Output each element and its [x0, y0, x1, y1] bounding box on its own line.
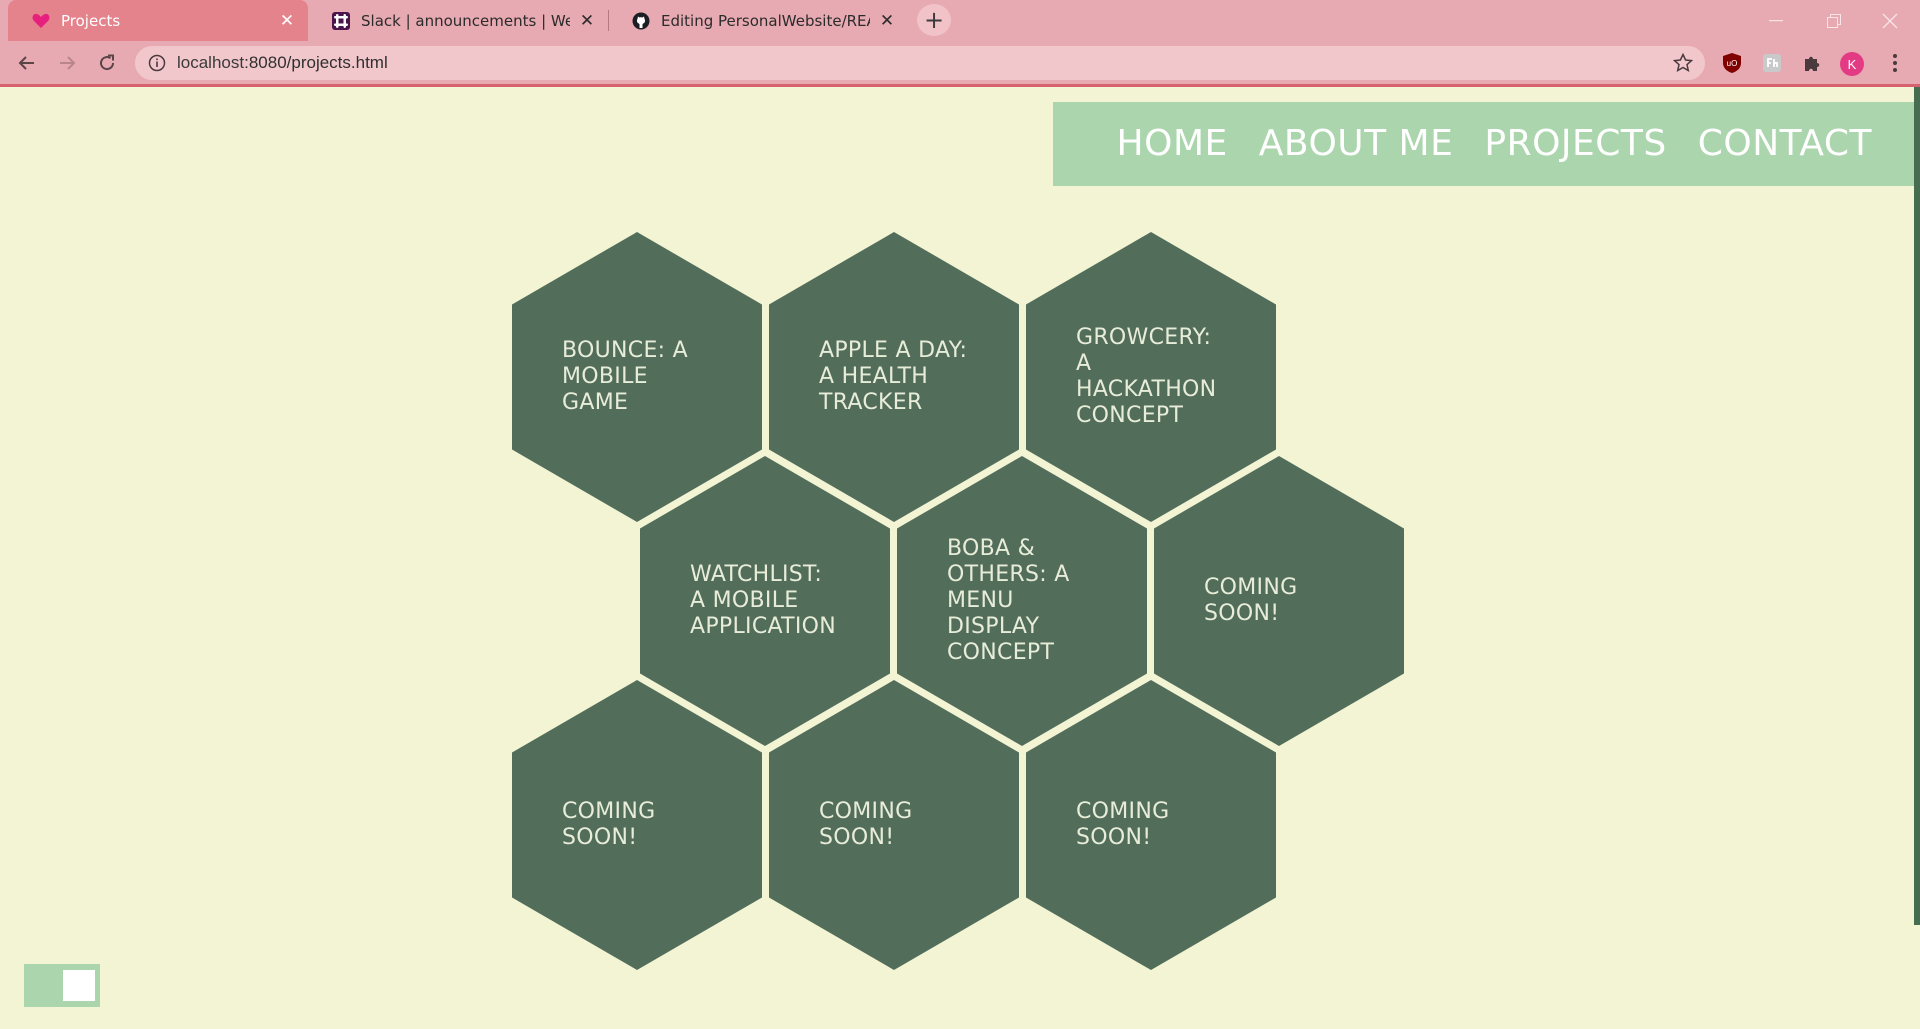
tab-title: Editing PersonalWebsite/READM — [661, 11, 870, 30]
nav-home-link[interactable]: HOME — [1117, 126, 1228, 162]
project-hex-watchlist[interactable]: WATCHLIST: A MOBILE APPLICATION — [640, 456, 890, 746]
heart-icon — [32, 12, 50, 30]
forward-icon[interactable] — [51, 47, 83, 79]
address-bar[interactable]: localhost:8080/projects.html — [135, 46, 1705, 80]
nav-projects-link[interactable]: PROJECTS — [1484, 126, 1666, 162]
project-hex-bounce[interactable]: BOUNCE: A MOBILE GAME — [512, 232, 762, 522]
theme-toggle[interactable] — [24, 964, 100, 1007]
svg-text:uO: uO — [1727, 59, 1738, 68]
project-title: GROWCERY: A HACKATHON CONCEPT — [1076, 325, 1217, 428]
project-hex-boba[interactable]: BOBA & OTHERS: A MENU DISPLAY CONCEPT — [897, 456, 1147, 746]
tab-slack[interactable]: Slack | announcements | Web De ✕ — [308, 0, 608, 41]
close-icon[interactable]: ✕ — [878, 11, 896, 31]
project-hex-coming-soon[interactable]: COMING SOON! — [1154, 456, 1404, 746]
browser-tabstrip: Projects ✕ Slack | announcements | Web D… — [0, 0, 1920, 41]
slack-icon — [332, 11, 350, 30]
extension-icon[interactable] — [1761, 52, 1783, 74]
project-title: BOBA & OTHERS: A MENU DISPLAY CONCEPT — [947, 536, 1070, 665]
github-icon — [632, 12, 650, 30]
reload-icon[interactable] — [91, 47, 123, 79]
nav-about-link[interactable]: ABOUT ME — [1259, 126, 1454, 162]
back-icon[interactable] — [11, 47, 43, 79]
ublock-icon[interactable]: uO — [1721, 52, 1743, 74]
browser-toolbar: localhost:8080/projects.html uO K — [0, 41, 1920, 84]
puzzle-icon[interactable] — [1801, 52, 1823, 74]
project-title: COMING SOON! — [562, 799, 656, 850]
project-title: COMING SOON! — [1204, 575, 1298, 626]
url-path: :8080/projects.html — [244, 53, 388, 72]
project-hex-coming-soon[interactable]: COMING SOON! — [769, 680, 1019, 970]
page: HOME ABOUT ME PROJECTS CONTACT BOUNCE: A… — [0, 87, 1920, 1029]
project-title: WATCHLIST: A MOBILE APPLICATION — [690, 562, 837, 639]
site-nav: HOME ABOUT ME PROJECTS CONTACT — [1053, 102, 1914, 186]
close-icon[interactable]: ✕ — [278, 11, 296, 31]
project-hex-growcery[interactable]: GROWCERY: A HACKATHON CONCEPT — [1026, 232, 1276, 522]
nav-contact-link[interactable]: CONTACT — [1698, 126, 1872, 162]
project-hex-apple-a-day[interactable]: APPLE A DAY: A HEALTH TRACKER — [769, 232, 1019, 522]
project-title: APPLE A DAY: A HEALTH TRACKER — [819, 338, 968, 415]
new-tab-button[interactable]: + — [917, 4, 951, 36]
menu-dots-icon[interactable] — [1884, 52, 1906, 74]
info-icon[interactable] — [148, 54, 166, 72]
toggle-knob — [63, 970, 95, 1001]
close-icon[interactable]: ✕ — [578, 11, 596, 31]
close-window-icon[interactable] — [1867, 0, 1913, 41]
bookmark-star-icon[interactable] — [1672, 52, 1694, 73]
project-hex-coming-soon[interactable]: COMING SOON! — [1026, 680, 1276, 970]
tab-title: Slack | announcements | Web De — [361, 11, 570, 30]
tab-title: Projects — [61, 11, 121, 30]
restore-icon[interactable] — [1811, 0, 1857, 41]
url-text: localhost:8080/projects.html — [177, 46, 388, 80]
project-hex-coming-soon[interactable]: COMING SOON! — [512, 680, 762, 970]
tab-projects[interactable]: Projects ✕ — [8, 0, 308, 41]
tab-github[interactable]: Editing PersonalWebsite/READM ✕ — [608, 0, 908, 41]
scrollbar[interactable] — [1914, 87, 1920, 925]
url-host: localhost — [177, 53, 245, 72]
project-title: BOUNCE: A MOBILE GAME — [562, 338, 688, 415]
minimize-icon[interactable] — [1753, 0, 1799, 41]
project-title: COMING SOON! — [1076, 799, 1170, 850]
project-title: COMING SOON! — [819, 799, 913, 850]
avatar[interactable]: K — [1840, 52, 1864, 76]
